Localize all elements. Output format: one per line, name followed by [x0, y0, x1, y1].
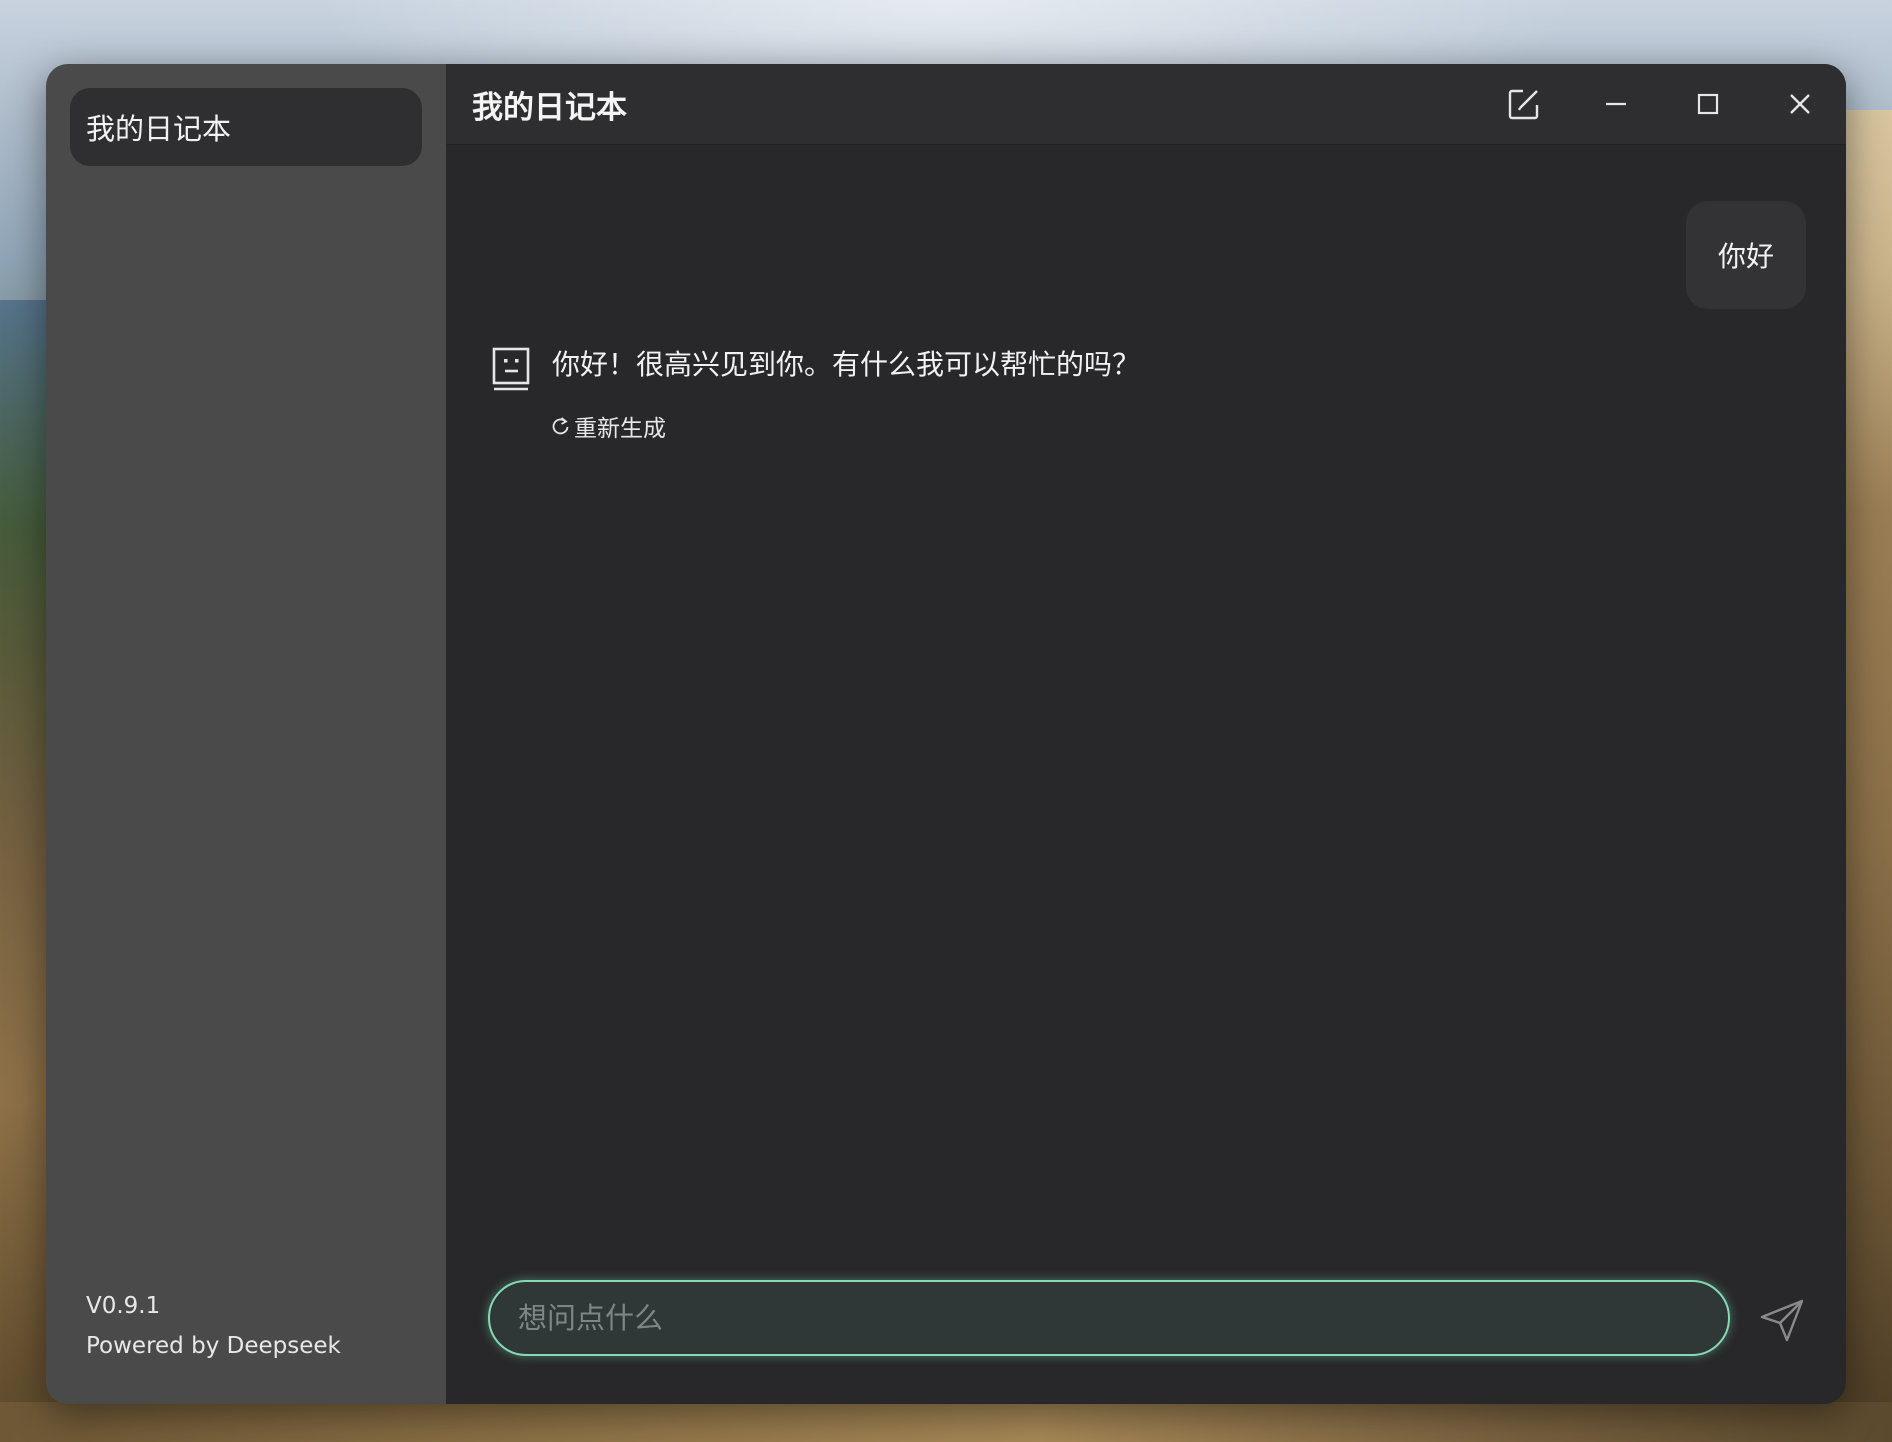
user-message-text: 你好: [1717, 240, 1774, 273]
message-input[interactable]: [516, 1300, 1702, 1336]
user-message: 你好: [1685, 201, 1806, 309]
maximize-button[interactable]: [1662, 64, 1754, 144]
assistant-message-text: 你好！很高兴见到你。有什么我可以帮忙的吗？: [552, 348, 1141, 381]
app-window: 我的日记本 V0.9.1 Powered by Deepseek 我的日记本 你…: [46, 64, 1846, 1404]
powered-by-label: Powered by Deepseek: [86, 1333, 341, 1359]
new-chat-button[interactable]: [1478, 64, 1570, 144]
sidebar: 我的日记本 V0.9.1 Powered by Deepseek: [46, 64, 446, 1404]
assistant-message: 你好！很高兴见到你。有什么我可以帮忙的吗？: [492, 345, 1140, 391]
chat-area: 你好 你好！很高兴见到你。有什么我可以帮忙的吗？ 重新生成: [446, 145, 1846, 1262]
titlebar: 我的日记本: [446, 64, 1846, 145]
message-input-box[interactable]: [488, 1280, 1730, 1356]
desktop-wallpaper-bottom: [0, 1402, 1892, 1442]
regenerate-button[interactable]: 重新生成: [552, 409, 666, 443]
page-title: 我的日记本: [472, 89, 627, 126]
version-label: V0.9.1: [86, 1293, 161, 1319]
refresh-icon: [552, 417, 569, 435]
close-icon: [1790, 94, 1810, 114]
composer: [446, 1262, 1846, 1404]
send-button[interactable]: [1756, 1294, 1808, 1346]
close-button[interactable]: [1754, 64, 1846, 144]
edit-icon: [1508, 89, 1539, 120]
main-panel: 我的日记本 你好 你好！很高兴见到你。有什么我可以帮忙的吗？ 重新生成 想问点什…: [446, 64, 1846, 1404]
send-icon: [1760, 1299, 1804, 1342]
regenerate-label: 重新生成: [574, 416, 666, 442]
conversation-item-label: 我的日记本: [86, 112, 232, 146]
maximize-icon: [1697, 93, 1719, 115]
sidebar-footer: V0.9.1 Powered by Deepseek: [86, 1286, 341, 1366]
minimize-icon: [1606, 102, 1626, 106]
minimize-button[interactable]: [1570, 64, 1662, 144]
conversation-item[interactable]: 我的日记本: [70, 88, 422, 166]
robot-icon: [492, 347, 530, 391]
